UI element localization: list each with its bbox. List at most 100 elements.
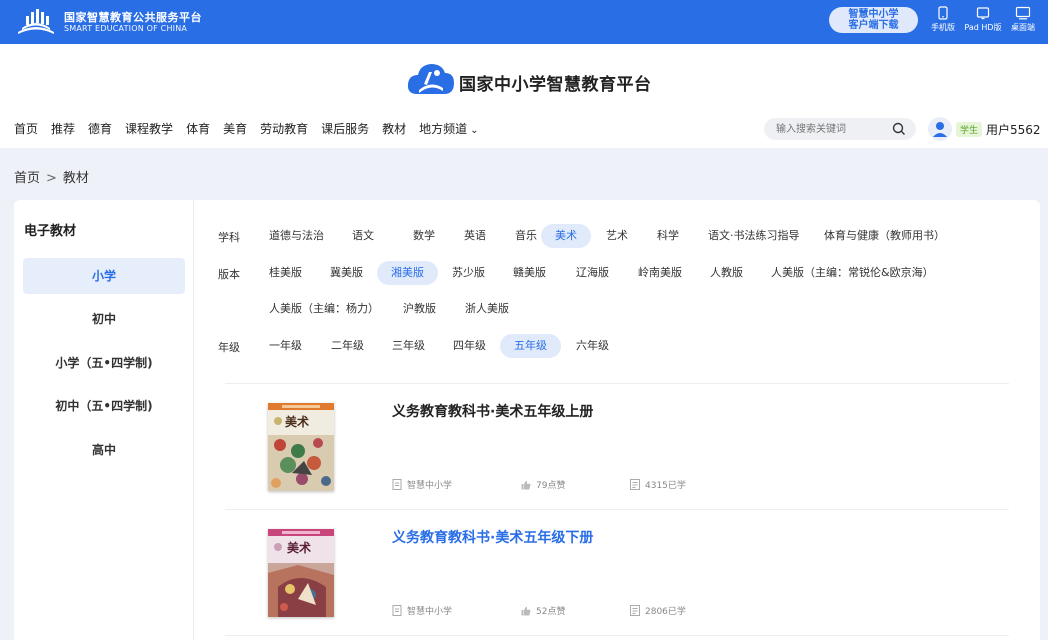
book-title[interactable]: 义务教育教科书·美术五年级下册 [392,527,593,547]
book-cover-image[interactable]: 美术 [268,403,334,491]
sidebar-item-junior-54[interactable]: 初中（五•四学制) [23,388,185,424]
likes-count: 79点赞 [536,481,566,491]
avatar [928,117,952,141]
book-learners: 2806已学 [630,604,686,617]
user-name: 用户5562 [986,122,1041,137]
cover-title: 美术 [287,541,312,555]
edition-option[interactable]: 浙人美版 [451,297,523,321]
edition-option-selected[interactable]: 湘美版 [377,261,438,285]
nav-item-labor[interactable]: 劳动教育 [260,120,308,137]
mobile-version-label: 手机版 [931,23,955,32]
edition-option[interactable]: 苏少版 [438,261,499,285]
grade-option[interactable]: 六年级 [562,334,623,358]
list-item[interactable]: 美术 义务教育教科书·美术五年级上册 智慧中小学 79点赞 4315已学 [225,384,1009,510]
thumbs-up-icon [521,606,531,616]
book-publisher: 智慧中小学 [392,604,452,617]
edition-option[interactable]: 人美版（主编：常锐伦&欧京海） [757,261,948,285]
breadcrumb-home[interactable]: 首页 [14,171,40,186]
book-likes: 79点赞 [521,478,565,491]
nav-item-after-school[interactable]: 课后服务 [321,120,369,137]
cover-title: 美术 [285,415,310,429]
client-download-button[interactable]: 智慧中小学 客户端下载 [829,7,918,33]
learners-count: 4315已学 [645,481,686,491]
edition-option[interactable]: 桂美版 [255,261,316,285]
book-likes: 52点赞 [521,604,565,617]
grade-option-selected[interactable]: 五年级 [500,334,561,358]
edition-option[interactable]: 冀美版 [316,261,377,285]
subject-option[interactable]: 英语 [450,224,500,248]
top-banner: 国家智慧教育公共服务平台 SMART EDUCATION OF CHINA 智慧… [0,0,1048,44]
likes-count: 52点赞 [536,607,566,617]
nav-item-home[interactable]: 首页 [14,120,38,137]
grade-option[interactable]: 四年级 [439,334,500,358]
document-icon [392,605,402,616]
breadcrumb-current: 教材 [62,171,89,186]
chevron-down-icon: ⌄ [470,125,479,136]
subject-option[interactable]: 语文·书法练习指导 [694,224,814,248]
nav-item-local-channel[interactable]: 地方频道 ⌄ [419,120,478,137]
edition-option[interactable]: 辽海版 [562,261,623,285]
book-publisher: 智慧中小学 [392,478,452,491]
pad-version-link[interactable]: Pad HD版 [963,6,1003,33]
user-avatar-icon [933,122,947,137]
sidebar-item-senior[interactable]: 高中 [23,432,185,468]
nav-item-aesthetic[interactable]: 美育 [223,120,247,137]
sidebar-item-junior[interactable]: 初中 [23,301,185,337]
main-nav: 首页 推荐 德育 课程教学 体育 美育 劳动教育 课后服务 教材 地方频道 ⌄ [14,120,492,140]
desktop-version-label: 桌面端 [1011,23,1035,32]
nav-item-moral[interactable]: 德育 [88,120,112,137]
learners-icon [630,479,640,490]
subject-option[interactable]: 道德与法治 [255,224,338,248]
search-icon[interactable] [892,122,906,136]
search-input[interactable] [776,121,888,137]
grade-option[interactable]: 一年级 [255,334,316,358]
subject-option-selected[interactable]: 美术 [541,224,591,248]
brand-name-en: SMART EDUCATION OF CHINA [64,24,188,33]
sidebar-title: 电子教材 [24,224,77,239]
desktop-icon [1015,6,1031,20]
sidebar-item-primary[interactable]: 小学 [23,258,185,294]
download-line-2: 客户端下载 [848,20,899,31]
grade-option[interactable]: 二年级 [317,334,378,358]
sidebar-item-primary-54[interactable]: 小学（五•四学制) [23,345,185,381]
book-cover-image[interactable]: 美术 [268,529,334,617]
platform-cloud-logo-icon[interactable] [407,60,455,98]
subject-option[interactable]: 数学 [399,224,449,248]
edition-option[interactable]: 人美版（主编：杨力） [255,297,393,321]
nav-item-courses[interactable]: 课程教学 [125,120,173,137]
list-item[interactable]: 美术 义务教育教科书·美术五年级下册 智慧中小学 52点赞 2806已学 [225,510,1009,636]
brand-name-cn: 国家智慧教育公共服务平台 [64,11,202,24]
tablet-icon [976,7,990,20]
publisher-name: 智慧中小学 [407,481,453,491]
list-divider [225,635,1009,636]
site-header: 国家中小学智慧教育平台 首页 推荐 德育 课程教学 体育 美育 劳动教育 课后服务 教材 地方频道… [0,44,1048,148]
edition-option[interactable]: 岭南美版 [624,261,696,285]
edition-option[interactable]: 赣美版 [499,261,560,285]
search-box[interactable] [764,118,916,140]
nav-item-recommend[interactable]: 推荐 [51,120,75,137]
stage-sidebar: 电子教材 小学 初中 小学（五•四学制) 初中（五•四学制) 高中 [14,200,194,640]
textbook-panel: 电子教材 小学 初中 小学（五•四学制) 初中（五•四学制) 高中 学科 道德与… [14,200,1040,640]
download-line-1: 智慧中小学 [848,9,899,20]
nav-item-textbooks[interactable]: 教材 [382,120,406,137]
edition-label: 版本 [218,268,240,281]
publisher-name: 智慧中小学 [407,607,453,617]
local-channel-label: 地方频道 [419,122,468,136]
document-icon [392,479,402,490]
desktop-version-link[interactable]: 桌面端 [1003,6,1043,33]
subject-option[interactable]: 艺术 [592,224,642,248]
user-menu[interactable]: 学生 用户5562 [928,117,1041,141]
subject-option[interactable]: 体育与健康（教师用书） [810,224,959,248]
edition-option[interactable]: 人教版 [696,261,757,285]
book-title[interactable]: 义务教育教科书·美术五年级上册 [392,401,593,421]
breadcrumb-separator: > [46,171,57,186]
mobile-version-link[interactable]: 手机版 [923,6,963,33]
subject-option[interactable]: 科学 [643,224,693,248]
book-learners: 4315已学 [630,478,686,491]
nav-item-sports[interactable]: 体育 [186,120,210,137]
edition-option[interactable]: 沪教版 [389,297,450,321]
grade-option[interactable]: 三年级 [378,334,439,358]
mobile-icon [938,6,948,20]
subject-option[interactable]: 语文 [338,224,388,248]
smart-education-logo-icon[interactable] [14,6,58,36]
